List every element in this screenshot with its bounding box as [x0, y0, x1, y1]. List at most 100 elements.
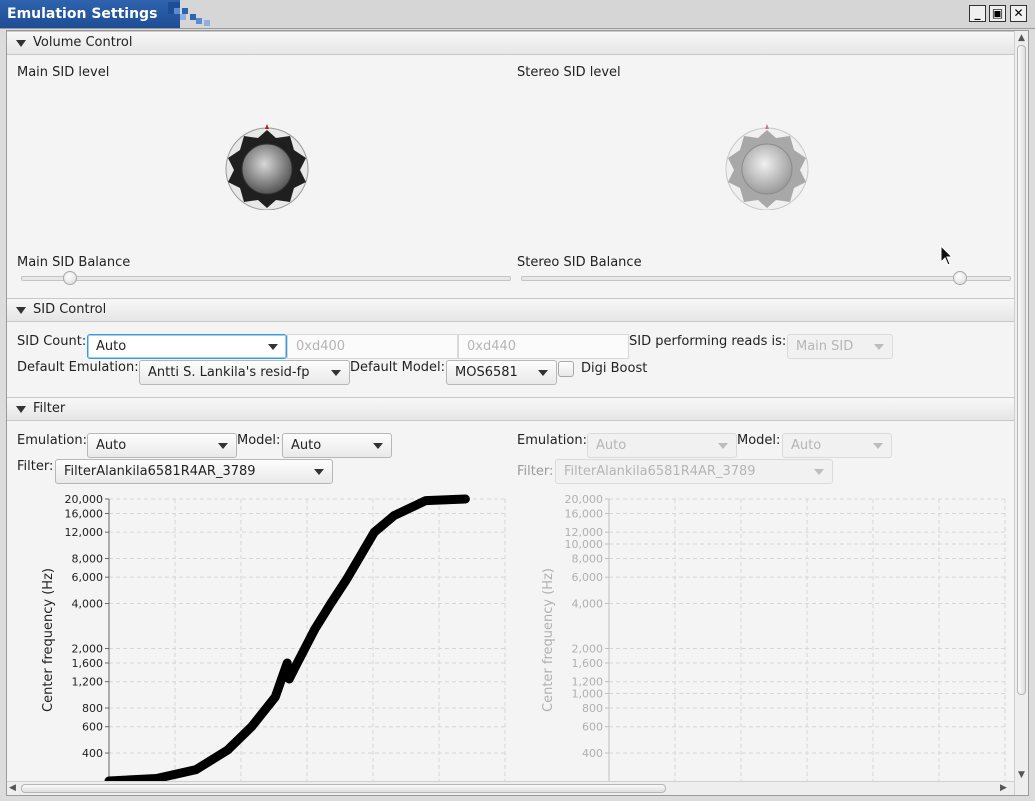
left-emulation-value: Auto: [96, 438, 127, 453]
default-model-value: MOS6581: [455, 365, 518, 380]
y-tick-label: 800: [82, 702, 103, 715]
default-emulation-combo[interactable]: Antti S. Lankila's resid-fp: [139, 360, 350, 385]
y-axis-label: Center frequency (Hz): [41, 568, 56, 712]
y-tick-label: 8,000: [572, 552, 604, 565]
left-filter-combo[interactable]: FilterAlankila6581R4AR_3789: [55, 459, 333, 484]
main-sid-level-knob[interactable]: [224, 124, 310, 210]
default-model-combo[interactable]: MOS6581: [446, 360, 557, 385]
left-filter-value: FilterAlankila6581R4AR_3789: [64, 464, 256, 479]
right-model-value: Auto: [791, 438, 822, 453]
volume-control-title: Volume Control: [33, 35, 133, 50]
y-tick-label: 4,000: [572, 598, 604, 611]
left-emulation-combo[interactable]: Auto: [87, 433, 237, 458]
maximize-button[interactable]: ▣: [989, 5, 1006, 22]
y-tick-label: 1,600: [72, 657, 104, 670]
y-tick-label: 6,000: [572, 571, 604, 584]
y-tick-label: 600: [582, 721, 603, 734]
right-model-combo[interactable]: Auto: [782, 433, 892, 458]
stereo-sid-balance-track[interactable]: [521, 276, 1011, 281]
y-tick-label: 400: [82, 747, 103, 760]
y-tick-label: 800: [582, 702, 603, 715]
window-title: Emulation Settings: [0, 0, 180, 28]
window-titlebar[interactable]: Emulation Settings _ ▣ ✕: [0, 0, 1035, 29]
y-tick-label: 12,000: [65, 526, 104, 539]
left-model-value: Auto: [291, 438, 322, 453]
y-tick-label: 16,000: [65, 507, 104, 520]
main-sid-balance-track[interactable]: [21, 276, 511, 281]
left-model-combo[interactable]: Auto: [282, 433, 392, 458]
y-tick-label: 400: [582, 747, 603, 760]
scroll-up-icon[interactable]: ▲: [1018, 32, 1025, 44]
y-tick-label: 20,000: [65, 493, 104, 506]
collapse-triangle-icon: [16, 307, 26, 314]
y-tick-label: 16,000: [565, 507, 604, 520]
chevron-down-icon: [373, 443, 383, 449]
chevron-down-icon: [218, 443, 228, 449]
horizontal-scrollbar[interactable]: ◀ ▶: [7, 781, 1014, 795]
stereo-sid-balance-label: Stereo SID Balance: [517, 255, 642, 270]
right-filter-label: Filter:: [517, 464, 554, 479]
sid-reads-value: Main SID: [796, 339, 854, 354]
y-axis-label: Center frequency (Hz): [541, 568, 556, 712]
right-filter-value: FilterAlankila6581R4AR_3789: [564, 464, 756, 479]
y-tick-label: 2,000: [72, 643, 104, 656]
y-tick-label: 12,000: [565, 526, 604, 539]
chevron-down-icon: [314, 469, 324, 475]
sid-count-value: Auto: [96, 339, 127, 354]
collapse-triangle-icon: [16, 40, 26, 47]
vertical-scrollbar[interactable]: ▲ ▼: [1014, 31, 1028, 795]
mouse-pointer-icon: [940, 245, 954, 266]
left-model-label: Model:: [237, 433, 281, 448]
filter-header[interactable]: Filter: [7, 397, 1014, 421]
y-tick-label: 1,600: [572, 657, 604, 670]
chevron-down-icon: [331, 370, 341, 376]
main-sid-balance-label: Main SID Balance: [17, 255, 131, 270]
right-emulation-value: Auto: [596, 438, 627, 453]
right-model-label: Model:: [737, 433, 781, 448]
sid-reads-combo[interactable]: Main SID: [787, 334, 893, 359]
close-button[interactable]: ✕: [1010, 5, 1027, 22]
digi-boost-label: Digi Boost: [581, 361, 648, 376]
y-tick-label: 600: [82, 721, 103, 734]
right-emulation-combo[interactable]: Auto: [587, 433, 737, 458]
sid-control-title: SID Control: [33, 302, 107, 317]
third-sid-address-field[interactable]: 0xd440: [458, 334, 629, 359]
left-emulation-label: Emulation:: [17, 433, 87, 448]
chevron-down-icon: [874, 344, 884, 350]
scroll-down-icon[interactable]: ▼: [1018, 769, 1025, 781]
scroll-right-icon[interactable]: ▶: [1000, 782, 1007, 794]
settings-panel: Volume Control Main SID level Stereo SID…: [6, 30, 1029, 796]
chevron-down-icon: [814, 469, 824, 475]
right-filter-combo[interactable]: FilterAlankila6581R4AR_3789: [555, 459, 833, 484]
y-tick-label: 4,000: [72, 598, 104, 611]
default-emulation-label: Default Emulation:: [17, 360, 139, 375]
scroll-left-icon[interactable]: ◀: [9, 782, 16, 794]
sid-control-header[interactable]: SID Control: [7, 298, 1014, 322]
y-tick-label: 8,000: [72, 552, 104, 565]
digi-boost-checkbox[interactable]: [558, 361, 574, 377]
y-tick-label: 10,000: [565, 538, 604, 551]
collapse-triangle-icon: [16, 406, 26, 413]
y-tick-label: 1,000: [572, 688, 604, 701]
stereo-sid-balance-slider[interactable]: [953, 271, 968, 285]
chevron-down-icon: [873, 443, 883, 449]
sid-count-combo[interactable]: Auto: [87, 334, 287, 359]
sid-reads-label: SID performing reads is:: [629, 334, 787, 349]
main-sid-balance-slider[interactable]: [62, 271, 77, 285]
minimize-button[interactable]: _: [969, 5, 986, 22]
volume-control-header[interactable]: Volume Control: [7, 31, 1014, 55]
default-emulation-value: Antti S. Lankila's resid-fp: [148, 365, 310, 380]
horizontal-scroll-thumb[interactable]: [21, 784, 666, 793]
vertical-scroll-thumb[interactable]: [1017, 45, 1026, 695]
right-emulation-label: Emulation:: [517, 433, 587, 448]
y-tick-label: 1,200: [72, 676, 104, 689]
stereo-sid-address-field[interactable]: 0xd400: [287, 334, 458, 359]
filter-title: Filter: [33, 401, 66, 416]
y-tick-label: 20,000: [565, 493, 604, 506]
stereo-sid-level-knob[interactable]: [724, 124, 810, 210]
main-sid-level-label: Main SID level: [17, 65, 110, 80]
left-filter-chart: 400 600 800 1,200 1,6002,000 4,000 6,000 8,000 1…: [41, 493, 506, 781]
stereo-sid-level-label: Stereo SID level: [517, 65, 621, 80]
y-tick-label: 2,000: [572, 643, 604, 656]
y-tick-label: 6,000: [72, 571, 104, 584]
